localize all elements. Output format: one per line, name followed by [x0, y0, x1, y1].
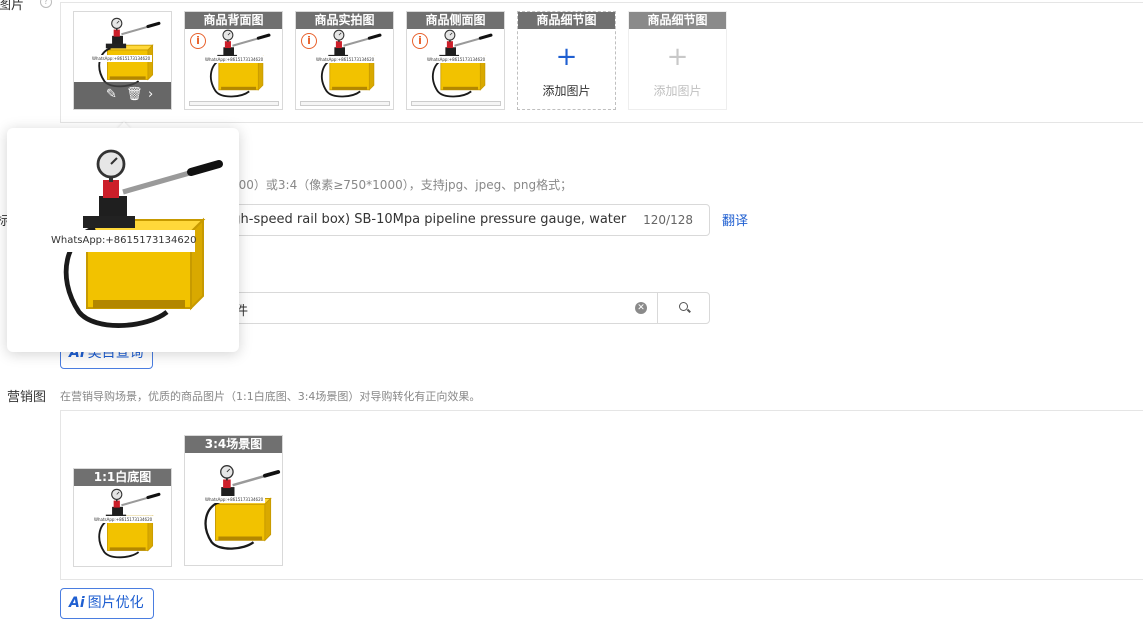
slot-header: 1:1白底图 — [74, 469, 171, 486]
chevron-right-icon[interactable]: › — [148, 87, 153, 103]
warning-info-icon[interactable]: i — [190, 33, 206, 49]
translate-link[interactable]: 翻译 — [722, 210, 748, 229]
popover-watermark-label: WhatsApp:+8615173134620 — [51, 230, 196, 252]
image-slot-side[interactable]: 商品侧面图 WhatsApp:+8615173134620 i — [406, 11, 505, 110]
category-search-input[interactable]: 件 ✕ — [200, 292, 710, 324]
slot-header: 商品细节图 — [518, 12, 615, 29]
warning-info-icon[interactable]: i — [301, 33, 317, 49]
add-image-label[interactable]: 添加图片 — [518, 82, 615, 99]
image-slot-back[interactable]: 商品背面图 WhatsApp:+8615173134620 i — [184, 11, 283, 110]
image-slot-main[interactable]: WhatsApp:+8615173134620 ✎ 🗑 › — [73, 11, 172, 110]
title-char-counter: 120/128 — [643, 213, 693, 227]
ai-icon: Ai — [69, 595, 85, 611]
plus-icon[interactable]: + — [518, 44, 615, 70]
add-image-label: 添加图片 — [653, 84, 702, 98]
search-icon-handle — [687, 308, 691, 313]
image-preview-popover: WhatsApp:+8615173134620 — [7, 128, 239, 352]
image-slot-detail-add-disabled: 商品细节图 + 添加图片 — [628, 11, 727, 110]
marketing-label: 营销图 — [7, 390, 47, 405]
product-images-label-text: 商品图片 — [0, 0, 25, 13]
slot-header: 商品细节图 — [629, 12, 726, 29]
spec-strip — [411, 101, 501, 106]
marketing-hint: 在营销导购场景，优质的商品图片（1:1白底图、3:4场景图）对导购转化有正向效果… — [60, 390, 481, 403]
clear-circle-icon[interactable]: ✕ — [635, 302, 647, 314]
ai-image-optimize-button[interactable]: Ai 图片优化 — [60, 588, 154, 619]
watermark-label: WhatsApp:+8615173134620 — [90, 55, 153, 62]
title-input[interactable]: p (high-speed rail box) SB-10Mpa pipelin… — [200, 204, 710, 236]
warning-info-icon[interactable]: i — [412, 33, 428, 49]
image-slot-detail-add[interactable]: 商品细节图 + 添加图片 — [517, 11, 616, 110]
search-button[interactable] — [657, 292, 711, 324]
watermark-label: WhatsApp:+8615173134620 — [425, 56, 488, 63]
marketing-slot-scene[interactable]: 3:4场景图 WhatsApp:+8615173134620 — [184, 435, 283, 566]
image-size-hint: 800）或3:4（像素≥750*1000），支持jpg、jpeg、png格式； — [231, 178, 573, 192]
product-image — [78, 14, 168, 92]
ai-image-optimize-label: 图片优化 — [87, 595, 144, 611]
title-input-value: p (high-speed rail box) SB-10Mpa pipelin… — [203, 212, 627, 227]
watermark-label: WhatsApp:+8615173134620 — [203, 496, 266, 503]
marketing-slot-square[interactable]: 1:1白底图 WhatsApp:+8615173134620 — [73, 468, 172, 567]
watermark-label: WhatsApp:+8615173134620 — [203, 56, 266, 63]
spec-strip — [189, 101, 279, 106]
spec-strip — [300, 101, 390, 106]
question-circle-icon[interactable]: ? — [40, 0, 52, 8]
watermark-label: WhatsApp:+8615173134620 — [314, 56, 377, 63]
delete-icon[interactable]: 🗑 — [126, 87, 143, 103]
watermark-label: WhatsApp:+8615173134620 — [92, 516, 155, 523]
edit-icon[interactable]: ✎ — [106, 87, 117, 103]
slot-header: 3:4场景图 — [185, 436, 282, 453]
product-image — [187, 458, 282, 558]
product-images-label: 商品图片 — [0, 0, 24, 13]
product-image — [78, 485, 168, 563]
image-slot-real[interactable]: 商品实拍图 WhatsApp:+8615173134620 i — [295, 11, 394, 110]
plus-icon: + — [666, 42, 689, 72]
image-toolbar: ✎ 🗑 › — [74, 82, 171, 109]
